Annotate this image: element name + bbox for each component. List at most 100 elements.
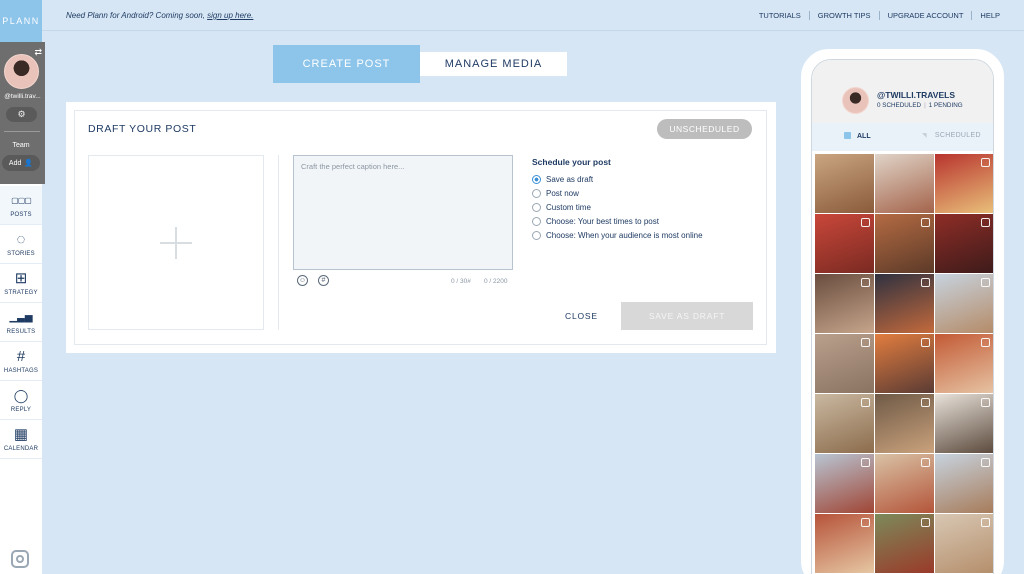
sidebar-item-hashtags[interactable]: # HASHTAGS (0, 342, 42, 381)
sidebar-item-label: POSTS (10, 211, 32, 218)
sidebar-item-label: STORIES (7, 250, 35, 257)
switch-account-icon[interactable]: ⇄ (34, 47, 42, 58)
grid-tile[interactable] (935, 514, 993, 573)
radio[interactable] (532, 216, 541, 226)
instagram-icon (921, 398, 930, 407)
grid-tile[interactable] (875, 514, 934, 573)
radio[interactable] (532, 202, 541, 212)
sidebar-item-stories[interactable]: ◌ STORIES (0, 225, 42, 264)
sidebar-item-calendar[interactable]: ▦ CALENDAR (0, 420, 42, 459)
grid-tile[interactable] (935, 274, 993, 333)
account-panel: ⇄ @twilli.trav... ⚙ Team Add 👤 (0, 42, 45, 184)
grid-tile[interactable] (935, 334, 993, 393)
grid-tile[interactable] (875, 274, 934, 333)
media-upload-area[interactable] (88, 155, 264, 330)
gear-icon: ⚙ (17, 109, 26, 119)
brand-logo[interactable]: PLANN (0, 0, 42, 42)
signup-link[interactable]: sign up here. (207, 11, 253, 20)
promo-text: Need Plann for Android? Coming soon, (66, 11, 208, 20)
save-as-draft-button[interactable]: SAVE AS DRAFT (621, 302, 753, 330)
user-icon: 👤 (24, 160, 34, 167)
preview-avatar (842, 87, 869, 114)
instagram-icon (981, 398, 990, 407)
instagram-icon[interactable] (11, 550, 29, 568)
grid-tile[interactable] (815, 514, 874, 573)
option-audience-online[interactable]: Choose: When your audience is most onlin… (532, 228, 703, 242)
divider (278, 155, 279, 330)
grid-tile[interactable] (815, 274, 874, 333)
sidebar-item-reply[interactable]: ◯ REPLY (0, 381, 42, 420)
android-promo: Need Plann for Android? Coming soon, sig… (66, 11, 253, 20)
instagram-icon (861, 458, 870, 467)
upgrade-account-link[interactable]: UPGRADE ACCOUNT (880, 11, 973, 20)
grid-tile[interactable] (875, 454, 934, 513)
hashtag-suggest-icon[interactable]: # (318, 275, 329, 286)
sidebar-item-label: RESULTS (6, 328, 36, 335)
tab-scheduled[interactable]: SCHEDULED (922, 132, 981, 139)
tab-create-post[interactable]: CREATE POST (273, 45, 420, 83)
tutorials-link[interactable]: TUTORIALS (751, 11, 810, 20)
sidebar-item-label: HASHTAGS (3, 367, 39, 374)
preview-handle: @TWILLI.TRAVELS (877, 90, 956, 100)
grid-tile[interactable] (935, 454, 993, 513)
sidebar-item-strategy[interactable]: ⊞ STRATEGY (0, 264, 42, 303)
add-team-button[interactable]: Add 👤 (2, 155, 40, 171)
instagram-icon (981, 158, 990, 167)
grid-tile[interactable] (815, 394, 874, 453)
preview-stats: 0 SCHEDULED | 1 PENDING (877, 102, 963, 109)
hashtag-counter: 0 / 30# (451, 278, 471, 285)
grid-tile[interactable] (815, 214, 874, 273)
draft-title: DRAFT YOUR POST (88, 123, 197, 135)
caption-input[interactable] (293, 155, 513, 270)
top-bar: Need Plann for Android? Coming soon, sig… (42, 0, 1024, 31)
sidebar-item-label: STRATEGY (4, 289, 38, 296)
avatar[interactable] (4, 54, 39, 89)
grid-tile[interactable] (875, 394, 934, 453)
option-custom-time[interactable]: Custom time (532, 200, 703, 214)
team-label: Team (12, 142, 30, 149)
radio[interactable] (532, 188, 541, 198)
settings-button[interactable]: ⚙ (6, 107, 37, 122)
grid-tile[interactable] (875, 214, 934, 273)
tab-manage-media[interactable]: MANAGE MEDIA (420, 52, 567, 76)
sidebar-item-results[interactable]: ▁▃▅ RESULTS (0, 303, 42, 342)
option-post-now[interactable]: Post now (532, 186, 703, 200)
sidebar-item-posts[interactable]: ▢▢▢ POSTS (0, 186, 42, 225)
option-save-draft[interactable]: Save as draft (532, 172, 703, 186)
radio[interactable] (532, 230, 541, 240)
grid-icon: ▢▢▢ (11, 195, 32, 205)
instagram-icon (861, 398, 870, 407)
grid-tile[interactable] (815, 154, 874, 213)
grid-tile[interactable] (935, 214, 993, 273)
close-button[interactable]: CLOSE (565, 311, 598, 321)
bar-chart-icon: ▁▃▅ (9, 311, 33, 323)
option-best-times[interactable]: Choose: Your best times to post (532, 214, 703, 228)
schedule-title: Schedule your post (532, 157, 611, 167)
option-label: Choose: When your audience is most onlin… (546, 230, 703, 240)
grid-tile[interactable] (875, 334, 934, 393)
radio-selected[interactable] (532, 174, 541, 184)
account-handle: @twilli.trav... (4, 93, 41, 100)
help-link[interactable]: HELP (972, 11, 1000, 20)
grid-tile[interactable] (815, 454, 874, 513)
stories-circle-icon: ◌ (16, 230, 26, 248)
draft-card-inner: DRAFT YOUR POST UNSCHEDULED ☺ # 0 / 30# … (74, 110, 767, 345)
instagram-icon (981, 278, 990, 287)
preview-tabs: ALL SCHEDULED (812, 123, 993, 151)
instagram-icon (921, 278, 930, 287)
grid-tile[interactable] (935, 154, 993, 213)
tab-all[interactable]: ALL (844, 132, 871, 140)
instagram-icon (921, 458, 930, 467)
instagram-icon (861, 518, 870, 527)
grid-tile[interactable] (875, 154, 934, 213)
instagram-icon (921, 218, 930, 227)
calendar-icon: ▦ (13, 425, 29, 443)
growth-tips-link[interactable]: GROWTH TIPS (810, 11, 880, 20)
grid-tile[interactable] (815, 334, 874, 393)
grid-tile[interactable] (935, 394, 993, 453)
option-label: Custom time (546, 202, 591, 212)
phone-screen: @TWILLI.TRAVELS 0 SCHEDULED | 1 PENDING AL… (811, 59, 994, 574)
add-label: Add (8, 159, 22, 167)
emoji-icon[interactable]: ☺ (297, 275, 308, 286)
preview-header: @TWILLI.TRAVELS 0 SCHEDULED | 1 PENDING (812, 60, 993, 123)
